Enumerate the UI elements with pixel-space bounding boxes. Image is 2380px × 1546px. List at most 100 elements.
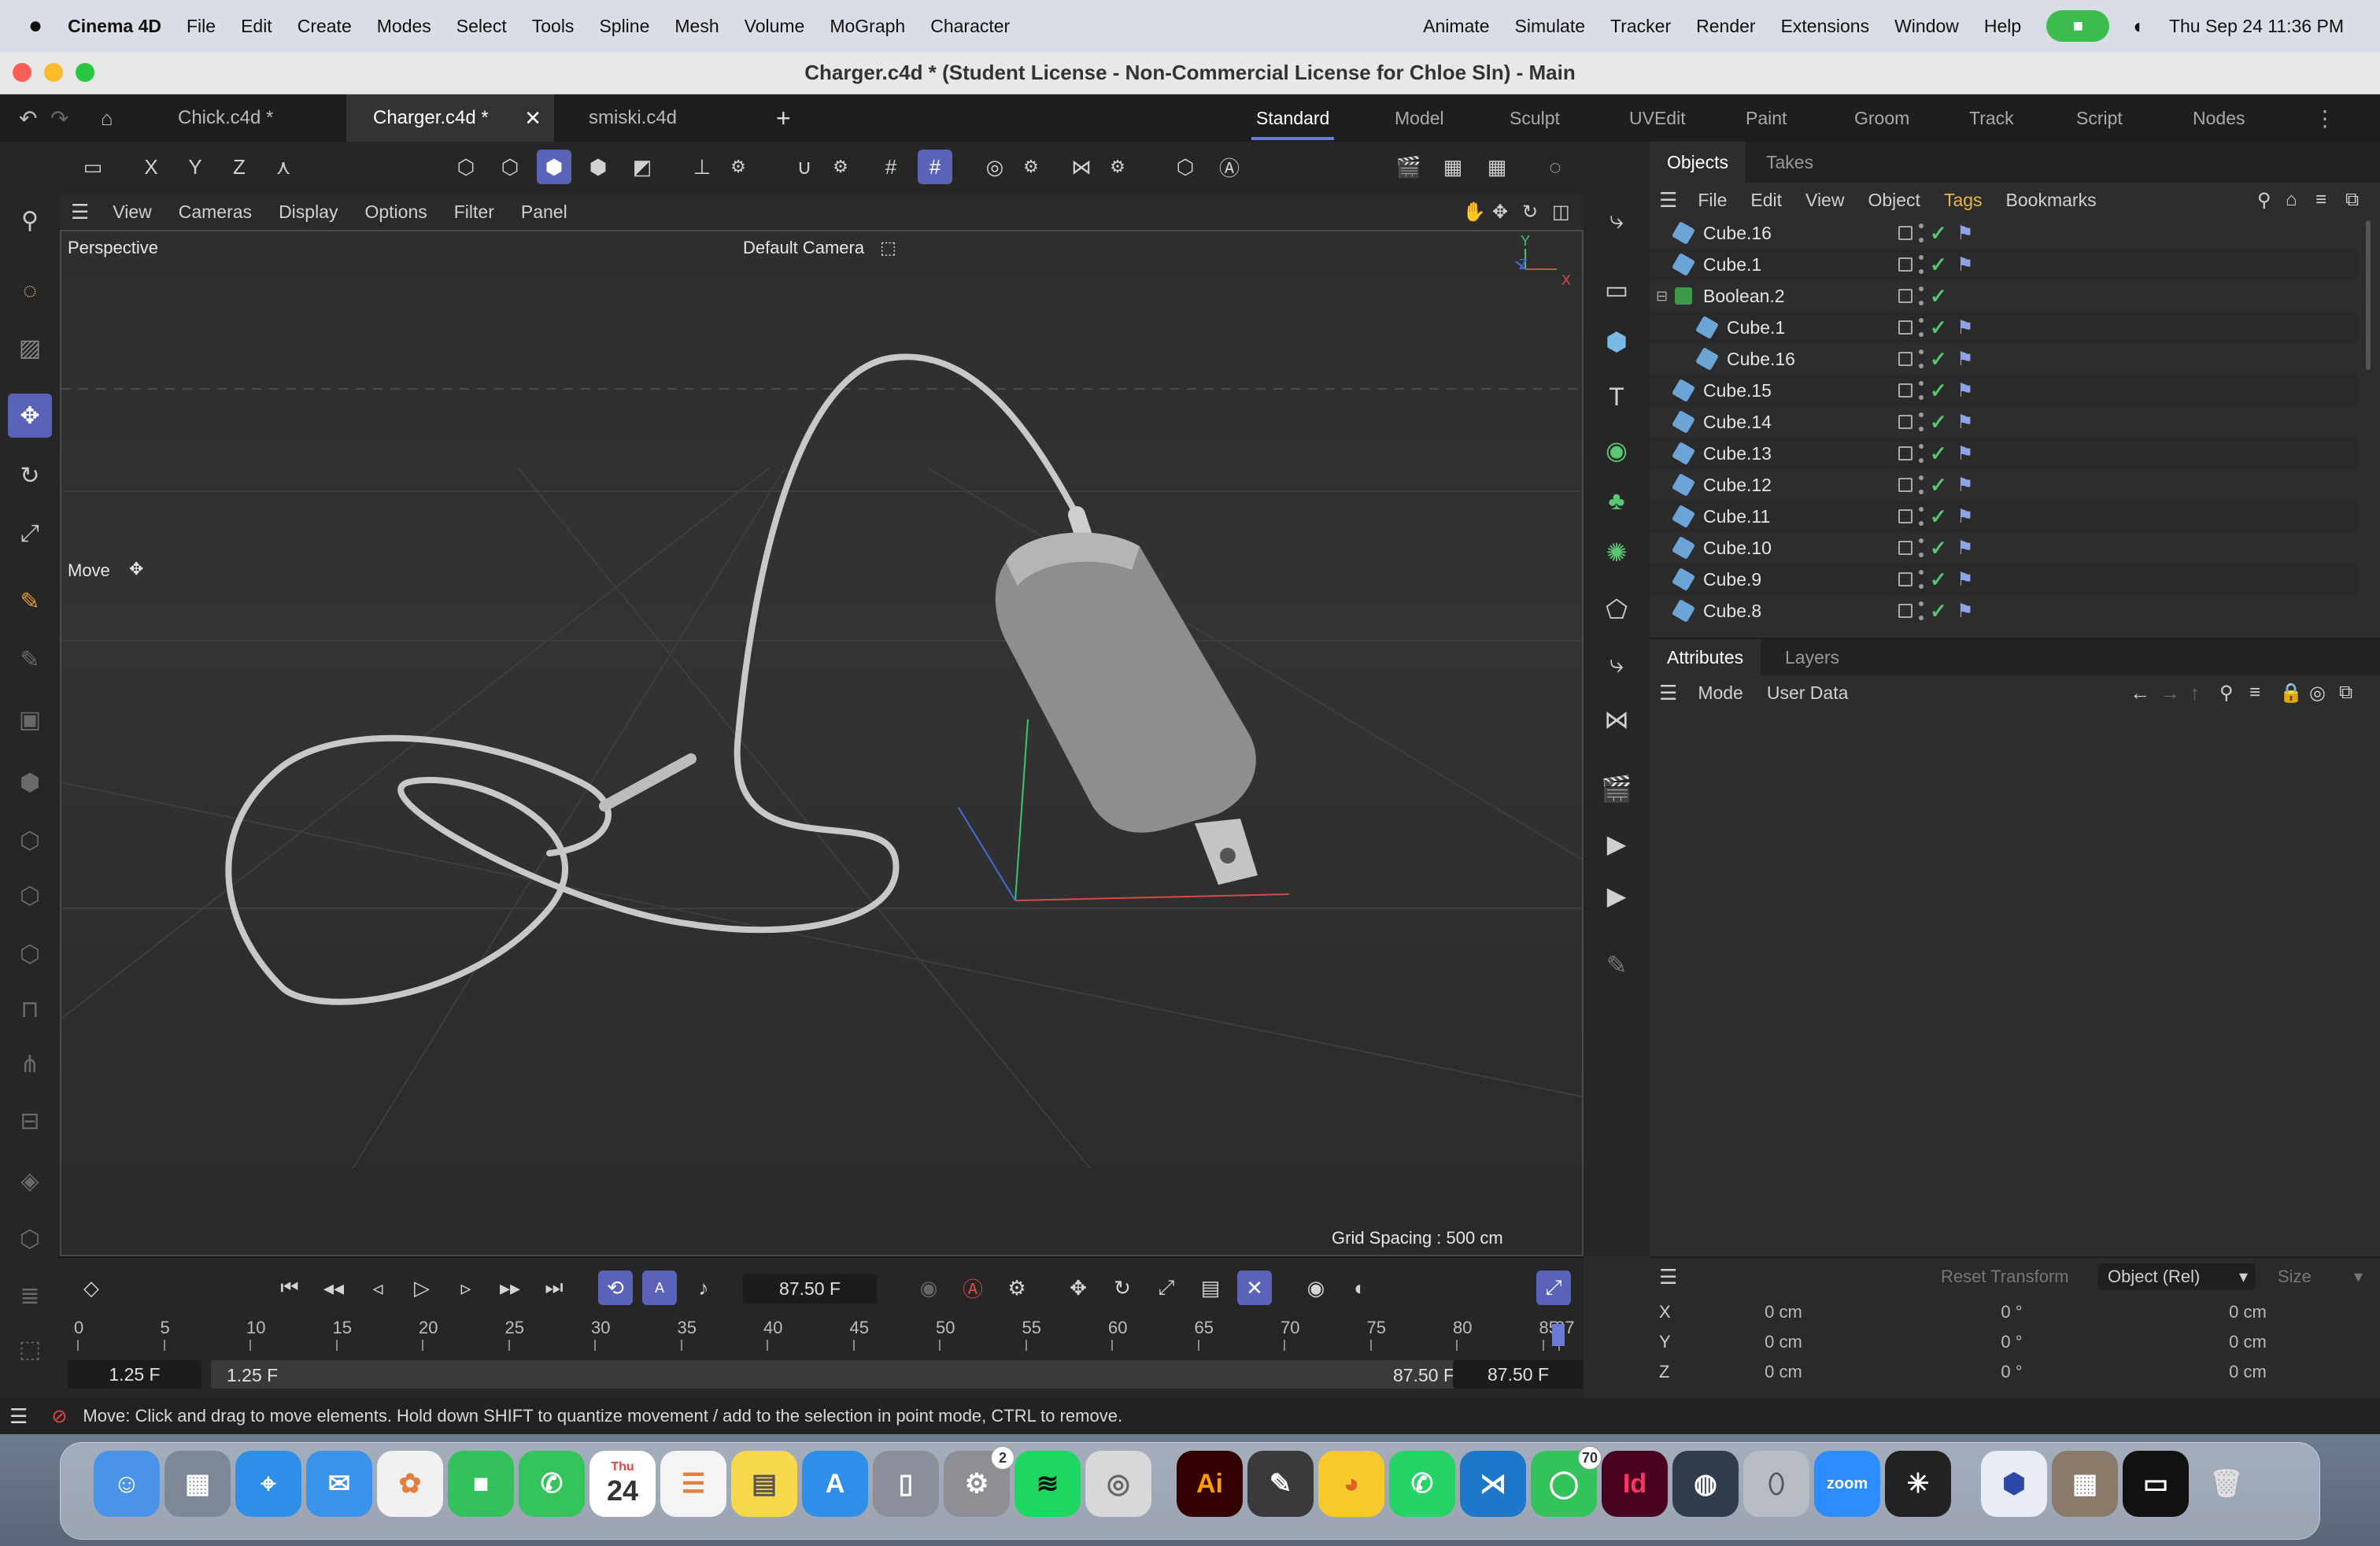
edges-mode-icon[interactable]: ⬡: [493, 150, 527, 184]
object-menu-tags[interactable]: Tags: [1944, 190, 1983, 211]
rotation-key-icon[interactable]: ↻: [1105, 1270, 1140, 1305]
text-icon[interactable]: T: [1595, 375, 1639, 419]
phong-tag-icon[interactable]: ⚑: [1957, 222, 1974, 245]
cylinder-tool-icon[interactable]: ⊟: [8, 1099, 52, 1143]
doc-tab-chick[interactable]: Chick.c4d *: [154, 94, 335, 142]
move-tool-icon[interactable]: ✥: [8, 394, 52, 438]
tab-takes[interactable]: Takes: [1749, 142, 1831, 183]
phone-icon[interactable]: ✆: [519, 1451, 585, 1517]
auto-key-icon[interactable]: Ⓐ: [1212, 150, 1247, 184]
points-mode-icon[interactable]: ⬡: [449, 150, 483, 184]
axis-settings-icon[interactable]: ⚙: [721, 150, 756, 184]
object-row[interactable]: Cube.9 ✓ ⚑: [1650, 564, 2358, 595]
camera-label[interactable]: Default Camera: [743, 238, 864, 258]
tab-layers[interactable]: Layers: [1768, 639, 1857, 675]
menubar-clock[interactable]: Thu Sep 24 11:36 PM: [2156, 16, 2356, 37]
phong-tag-icon[interactable]: ⚑: [1957, 442, 1974, 465]
object-menu-icon[interactable]: ☰: [1659, 188, 1677, 213]
sculpt-tool-icon[interactable]: ⬚: [8, 1327, 52, 1371]
live-selection-icon[interactable]: ◌: [8, 269, 52, 313]
phong-tag-icon[interactable]: ⚑: [1957, 348, 1974, 371]
soft-selection-icon[interactable]: ◎: [978, 150, 1012, 184]
bevel-icon[interactable]: ⬡: [8, 819, 52, 863]
menu-window[interactable]: Window: [1882, 16, 1972, 37]
phong-tag-icon[interactable]: ⚑: [1957, 316, 1974, 339]
knife-tool-icon[interactable]: ▣: [8, 697, 52, 742]
object-list-scrollbar[interactable]: [2366, 220, 2371, 370]
rotation-field[interactable]: 0 °: [1909, 1302, 2114, 1322]
layer-edit-icon[interactable]: [1898, 415, 1913, 429]
layer-edit-icon[interactable]: [1898, 289, 1913, 303]
move-hud-icon[interactable]: ✥: [129, 559, 143, 579]
lock-icon[interactable]: 🔒: [2279, 682, 2303, 705]
camera-app-icon[interactable]: ◎: [1085, 1451, 1151, 1517]
render-settings-icon[interactable]: ▦: [1480, 150, 1514, 184]
trash-icon[interactable]: 🗑: [2193, 1451, 2260, 1517]
layout-standard[interactable]: Standard: [1251, 94, 1335, 142]
cube-icon[interactable]: ⬢: [1595, 320, 1639, 364]
enabled-check-icon[interactable]: ✓: [1930, 442, 1950, 466]
toggle-panel-icon[interactable]: ◫: [1552, 201, 1570, 224]
object-row[interactable]: Cube.11 ✓ ⚑: [1650, 501, 2358, 532]
scene-icon[interactable]: 🎬: [1595, 767, 1639, 811]
record-icon[interactable]: ◉: [911, 1270, 946, 1305]
visibility-dots-icon[interactable]: [1919, 412, 1924, 431]
new-window-icon[interactable]: ⧉: [2339, 682, 2352, 704]
object-name[interactable]: Cube.16: [1703, 223, 1772, 244]
menu-simulate[interactable]: Simulate: [1502, 16, 1598, 37]
layout-uvedit[interactable]: UVEdit: [1629, 94, 1686, 142]
viewport-menu-options[interactable]: Options: [364, 202, 427, 223]
position-field[interactable]: 0 cm: [1681, 1362, 1886, 1382]
object-row[interactable]: Cube.16 ✓ ⚑: [1650, 343, 2358, 375]
vscode-icon[interactable]: ⋊: [1460, 1451, 1526, 1517]
system-settings-icon[interactable]: ⚙ 2: [944, 1446, 1014, 1517]
dolly-view-icon[interactable]: ✥: [1492, 201, 1508, 224]
target-icon[interactable]: ◎: [2309, 682, 2326, 705]
parameter-key-icon[interactable]: ▤: [1193, 1270, 1228, 1305]
pan-view-icon[interactable]: ✋: [1462, 201, 1486, 224]
visibility-dots-icon[interactable]: [1919, 475, 1924, 494]
launchpad-icon[interactable]: ▦: [164, 1451, 231, 1517]
layer-edit-icon[interactable]: [1898, 509, 1913, 523]
object-name[interactable]: Boolean.2: [1703, 286, 1785, 307]
visibility-dots-icon[interactable]: [1919, 444, 1924, 463]
volume-icon[interactable]: ⋈: [1595, 697, 1639, 742]
object-row[interactable]: Cube.16 ✓ ⚑: [1650, 217, 2358, 249]
loop-cut-icon[interactable]: ⊓: [8, 987, 52, 1031]
visibility-dots-icon[interactable]: [1919, 570, 1924, 589]
tab-attributes[interactable]: Attributes: [1650, 639, 1761, 675]
enabled-check-icon[interactable]: ✓: [1930, 568, 1950, 592]
layout-nodes[interactable]: Nodes: [2193, 94, 2245, 142]
pen-app-icon[interactable]: ✎: [1247, 1451, 1314, 1517]
symmetry-settings-icon[interactable]: ⚙: [1100, 150, 1135, 184]
tab-objects[interactable]: Objects: [1650, 142, 1746, 183]
coordinate-manager-icon[interactable]: ⤷: [1595, 198, 1639, 242]
new-tab-icon[interactable]: +: [776, 94, 791, 142]
visibility-dots-icon[interactable]: [1919, 601, 1924, 620]
terminal-window-icon[interactable]: ▭: [2123, 1451, 2189, 1517]
close-tab-icon[interactable]: ✕: [524, 106, 541, 131]
enabled-check-icon[interactable]: ✓: [1930, 316, 1950, 340]
previous-key-icon[interactable]: ◂◂: [316, 1270, 351, 1305]
axis-y-toggle[interactable]: Y: [178, 150, 213, 184]
object-manager-icon[interactable]: ▭: [76, 150, 110, 184]
menu-render[interactable]: Render: [1683, 16, 1768, 37]
status-menu-icon[interactable]: ☰: [9, 1404, 28, 1429]
disk-utility-icon[interactable]: ⬯: [1743, 1451, 1809, 1517]
enabled-check-icon[interactable]: ✓: [1930, 410, 1950, 435]
forward-arrow-icon[interactable]: →: [2160, 681, 2180, 705]
phong-tag-icon[interactable]: ⚑: [1957, 379, 1974, 402]
snap-settings-icon[interactable]: ⚙: [823, 150, 858, 184]
size-field[interactable]: 0 cm: [2138, 1302, 2358, 1322]
calendar-icon[interactable]: Thu 24: [589, 1451, 656, 1517]
enabled-check-icon[interactable]: ✓: [1930, 473, 1950, 497]
search-icon[interactable]: ⚲: [8, 198, 52, 242]
menu-select[interactable]: Select: [444, 16, 519, 37]
app-menu[interactable]: Cinema 4D: [55, 16, 174, 37]
up-arrow-icon[interactable]: ↑: [2190, 681, 2200, 705]
menu-animate[interactable]: Animate: [1410, 16, 1502, 37]
pen-tool-icon[interactable]: ✎: [8, 579, 52, 623]
object-name[interactable]: Cube.14: [1703, 412, 1772, 433]
sound-icon[interactable]: ♪: [686, 1270, 721, 1305]
object-name[interactable]: Cube.15: [1703, 380, 1772, 401]
